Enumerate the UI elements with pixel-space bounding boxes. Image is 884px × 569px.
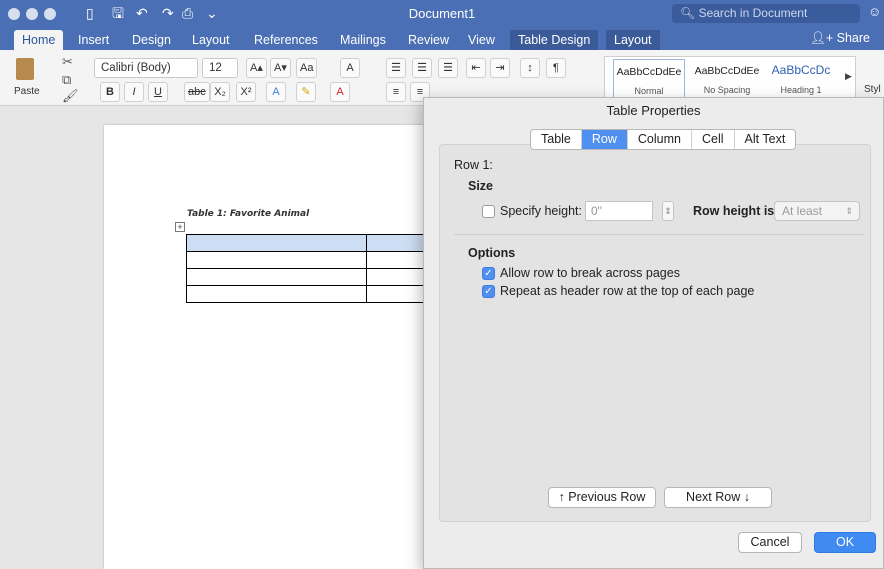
font-name-select[interactable]: Calibri (Body)	[94, 58, 198, 78]
search-input[interactable]: 🔍︎ Search in Document	[672, 4, 860, 23]
format-painter-icon[interactable]: 🖌︎	[62, 88, 79, 104]
show-formatting-icon[interactable]: ¶	[546, 58, 566, 78]
tab-column[interactable]: Column	[628, 130, 692, 149]
paste-button[interactable]: Paste	[14, 86, 40, 97]
strikethrough-button[interactable]: abc	[184, 82, 210, 102]
share-button[interactable]: 👤︎+ Share	[810, 31, 870, 46]
change-case-button[interactable]: Aa	[296, 58, 318, 78]
shrink-font-button[interactable]: A▾	[270, 58, 291, 78]
tab-home[interactable]: Home	[14, 30, 64, 50]
tab-table-layout[interactable]: Layout	[606, 30, 660, 50]
tab-mailings[interactable]: Mailings	[332, 30, 394, 50]
gallery-more-icon[interactable]: ▶	[845, 71, 852, 82]
allow-break-label: Allow row to break across pages	[500, 266, 680, 280]
grow-font-button[interactable]: A▴	[246, 58, 267, 78]
table-properties-dialog: Table Properties Row 1: Size Specify hei…	[423, 97, 884, 569]
tab-view[interactable]: View	[460, 30, 503, 50]
underline-button[interactable]: U	[148, 82, 168, 102]
tab-cell[interactable]: Cell	[692, 130, 735, 149]
tab-table[interactable]: Table	[531, 130, 582, 149]
row-properties-panel: Row 1: Size Specify height: 0" ⇕ Row hei…	[439, 144, 871, 522]
style-normal[interactable]: AaBbCcDdEe Normal	[613, 59, 685, 99]
specify-height-checkbox[interactable]	[482, 205, 495, 218]
table-move-handle-icon[interactable]: +	[175, 222, 185, 232]
italic-button[interactable]: I	[124, 82, 144, 102]
cancel-button[interactable]: Cancel	[738, 532, 802, 553]
bullets-icon[interactable]: ☰	[386, 58, 406, 78]
previous-row-button[interactable]: ↑ Previous Row	[548, 487, 656, 508]
tab-table-design[interactable]: Table Design	[510, 30, 599, 50]
account-icon[interactable]: ☺	[868, 4, 881, 19]
sort-icon[interactable]: ↕	[520, 58, 540, 78]
specify-height-label: Specify height:	[500, 204, 582, 218]
increase-indent-icon[interactable]: ⇥	[490, 58, 510, 78]
clipboard-icon[interactable]	[16, 58, 34, 80]
table-cell[interactable]	[186, 251, 367, 269]
multilevel-list-icon[interactable]: ☰	[438, 58, 458, 78]
cut-icon[interactable]: ✂	[62, 54, 73, 70]
superscript-button[interactable]: X²	[236, 82, 256, 102]
row-height-is-label: Row height is:	[693, 204, 779, 218]
text-effects-button[interactable]: A	[266, 82, 286, 102]
style-no-spacing[interactable]: AaBbCcDdEe No Spacing	[691, 59, 763, 99]
ribbon-tabs: Home Insert Design Layout References Mai…	[0, 27, 884, 50]
numbering-icon[interactable]: ☰	[412, 58, 432, 78]
tab-design[interactable]: Design	[124, 30, 179, 50]
clear-formatting-button[interactable]: A	[340, 58, 360, 78]
decrease-indent-icon[interactable]: ⇤	[466, 58, 486, 78]
tab-insert[interactable]: Insert	[70, 30, 117, 50]
tab-row[interactable]: Row	[581, 130, 628, 149]
table-caption: Table 1: Favorite Animal	[187, 209, 310, 219]
highlight-icon[interactable]: ✎	[296, 82, 316, 102]
height-field[interactable]: 0"	[585, 201, 653, 221]
size-heading: Size	[468, 179, 494, 193]
bold-button[interactable]: B	[100, 82, 120, 102]
tab-review[interactable]: Review	[400, 30, 457, 50]
ok-button[interactable]: OK	[814, 532, 876, 553]
dialog-title: Table Properties	[606, 103, 701, 118]
options-heading: Options	[468, 246, 516, 260]
allow-break-checkbox[interactable]: ✓	[482, 267, 495, 280]
row-number-label: Row 1:	[454, 158, 493, 172]
copy-icon[interactable]: ⧉	[62, 72, 71, 88]
select-chevron-icon: ⇕	[845, 206, 853, 216]
next-row-button[interactable]: Next Row ↓	[664, 487, 772, 508]
dialog-tabs: Table Row Column Cell Alt Text	[530, 129, 797, 150]
height-stepper[interactable]: ⇕	[662, 201, 674, 221]
tab-layout[interactable]: Layout	[184, 30, 238, 50]
style-heading-1[interactable]: AaBbCcDc Heading 1	[765, 59, 837, 99]
table-cell[interactable]	[186, 268, 367, 286]
align-left-icon[interactable]: ≡	[386, 82, 406, 102]
font-size-select[interactable]: 12	[202, 58, 238, 78]
section-divider	[454, 234, 864, 235]
row-height-is-select[interactable]: At least ⇕	[774, 201, 860, 221]
search-icon: 🔍︎	[680, 6, 699, 20]
styles-gallery: AaBbCcDdEe Normal AaBbCcDdEe No Spacing …	[604, 56, 856, 100]
tab-alt-text[interactable]: Alt Text	[735, 130, 796, 149]
table-cell[interactable]	[186, 285, 367, 303]
repeat-header-checkbox[interactable]: ✓	[482, 285, 495, 298]
subscript-button[interactable]: X₂	[210, 82, 230, 102]
tab-references[interactable]: References	[246, 30, 326, 50]
repeat-header-label: Repeat as header row at the top of each …	[500, 284, 755, 298]
font-color-icon[interactable]: A	[330, 82, 350, 102]
title-bar: ▯ 🖫 ↶ ↷ ⎙ ⌄ Document1 🔍︎ Search in Docum…	[0, 0, 884, 27]
table-cell[interactable]	[186, 234, 367, 252]
styles-pane-label[interactable]: Styl	[864, 84, 881, 95]
add-person-icon: 👤︎+	[809, 31, 837, 45]
